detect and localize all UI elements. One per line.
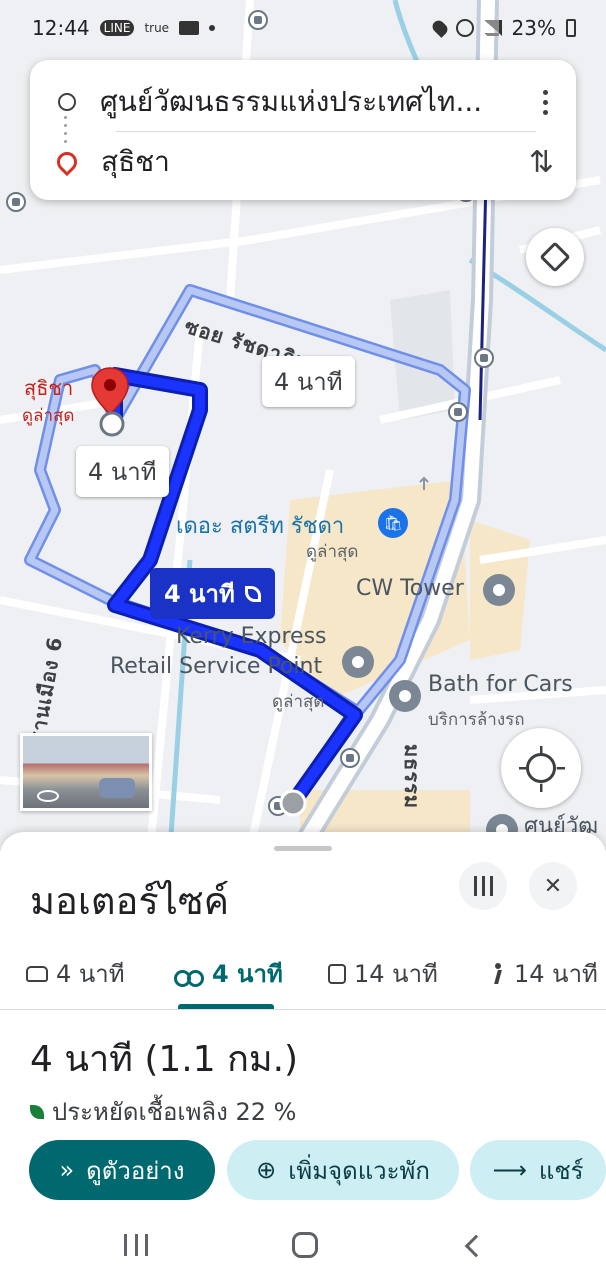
destination-input[interactable]: สุธิชา: [101, 140, 521, 184]
add-stop-label: เพิ่มจุดแวะพัก: [288, 1156, 430, 1185]
more-options-icon[interactable]: [543, 89, 548, 115]
eta-alt-label[interactable]: 4 นาที: [76, 446, 169, 497]
share-label: แชร์: [538, 1156, 584, 1185]
bus-stop-icon[interactable]: [474, 348, 494, 368]
eco-leaf-icon: [244, 585, 261, 602]
tab-motorcycle[interactable]: 4 นาที: [174, 954, 283, 993]
street-view-icon: [37, 790, 59, 802]
status-right: 23%: [429, 16, 576, 40]
location-icon: [429, 18, 450, 38]
status-time: 12:44: [32, 16, 90, 40]
directions-search-card: ศูนย์วัฒนธรรมแห่งประเทศไท... สุธิชา ⇅: [30, 60, 576, 200]
share-button[interactable]: ⟶ แชร์: [470, 1140, 606, 1200]
poi-bath-icon[interactable]: [389, 680, 421, 712]
route-options-button[interactable]: [459, 862, 507, 910]
back-button[interactable]: [464, 1234, 488, 1258]
close-icon: ✕: [543, 873, 563, 899]
action-buttons: » ดูตัวอย่าง ⊕ เพิ่มจุดแวะพัก ⟶ แชร์: [0, 1140, 606, 1200]
tab-walk-label: 14 นาที: [514, 960, 598, 988]
poi-kerry-label-1[interactable]: Kerry Express: [176, 624, 327, 649]
origin-circle-icon: [58, 93, 76, 111]
preview-button[interactable]: » ดูตัวอย่าง: [29, 1140, 215, 1200]
poi-tower-label[interactable]: CW Tower: [356, 576, 464, 601]
wifi-call-icon: [455, 19, 474, 37]
fuel-saving-row: ประหยัดเชื้อเพลิง 22 %: [30, 1092, 296, 1131]
mail-icon: [179, 21, 200, 35]
walk-icon: [490, 962, 506, 985]
tune-icon: [472, 876, 494, 896]
destination-row[interactable]: สุธิชา ⇅: [30, 134, 576, 190]
divider: [116, 131, 536, 132]
poi-kerry-icon[interactable]: [342, 646, 374, 678]
tab-transit-label: 14 นาที: [354, 960, 438, 988]
dot-icon: [209, 25, 216, 31]
destination-label[interactable]: สุธิชา: [24, 372, 73, 404]
swap-icon[interactable]: ⇅: [529, 145, 554, 180]
travel-mode-title: มอเตอร์ไซค์: [30, 879, 230, 923]
add-stop-button[interactable]: ⊕ เพิ่มจุดแวะพัก: [227, 1140, 459, 1200]
bus-stop-icon[interactable]: [340, 748, 360, 768]
active-tab-indicator: [178, 1004, 274, 1009]
status-bar: 12:44 LINE true 23%: [0, 0, 606, 56]
origin-input[interactable]: ศูนย์วัฒนธรรมแห่งประเทศไท...: [100, 80, 520, 124]
travel-mode-tabs: 4 นาที 4 นาที 14 นาที 14 นาที: [0, 936, 606, 1010]
poi-bath-label[interactable]: Bath for Cars: [428, 672, 573, 697]
crosshair-icon: [526, 753, 556, 783]
transit-icon: [328, 963, 346, 984]
true-icon: true: [144, 21, 170, 35]
destination-pin-icon: [52, 147, 82, 177]
battery-icon: [566, 19, 576, 37]
add-location-icon: ⊕: [256, 1156, 277, 1184]
eta-alt-label[interactable]: 4 นาที: [262, 356, 355, 407]
tab-walk[interactable]: 14 นาที: [490, 954, 598, 993]
eta-main-label[interactable]: 4 นาที: [150, 568, 275, 619]
bus-stop-icon[interactable]: [448, 402, 468, 422]
destination-pin-icon[interactable]: [90, 366, 130, 438]
double-chevron-icon: »: [59, 1156, 75, 1184]
poi-bath-sub: บริการล้างรถ: [428, 710, 525, 730]
system-nav-bar: [0, 1212, 606, 1280]
tab-motorcycle-label: 4 นาที: [212, 960, 283, 988]
tab-car[interactable]: 4 นาที: [26, 954, 125, 993]
my-location-button[interactable]: [501, 728, 581, 808]
fuel-saving-text: ประหยัดเชื้อเพลิง 22 %: [52, 1098, 297, 1126]
preview-label: ดูตัวอย่าง: [86, 1156, 185, 1185]
share-icon: ⟶: [492, 1156, 527, 1184]
street-view-thumbnail[interactable]: [20, 733, 152, 811]
poi-mall-sub: ดูล่าสุด: [306, 542, 359, 562]
layers-button[interactable]: [526, 228, 584, 286]
home-button[interactable]: [292, 1232, 318, 1258]
line-icon: LINE: [99, 20, 135, 36]
close-button[interactable]: ✕: [529, 862, 577, 910]
poi-kerry-label-2[interactable]: Retail Service Point: [110, 654, 322, 679]
drag-handle[interactable]: [274, 846, 332, 851]
eco-leaf-icon: [30, 1104, 44, 1119]
origin-row[interactable]: ศูนย์วัฒนธรรมแห่งประเทศไท...: [30, 74, 576, 130]
poi-kerry-sub: ดูล่าสุด: [272, 692, 325, 712]
status-left: 12:44 LINE true: [32, 16, 216, 40]
tab-transit[interactable]: 14 นาที: [328, 954, 438, 993]
motorcycle-icon: [174, 966, 204, 987]
car-icon: [26, 965, 48, 982]
layers-icon: [539, 241, 571, 273]
eta-main-text: 4 นาที: [164, 580, 235, 608]
street-label: มธรรม: [400, 744, 424, 810]
poi-tower-icon[interactable]: [483, 574, 515, 606]
tab-car-label: 4 นาที: [56, 960, 125, 988]
bus-stop-icon[interactable]: [6, 192, 26, 212]
signal-icon: [483, 20, 502, 36]
route-summary: 4 นาที (1.1 กม.): [30, 1039, 299, 1080]
recent-apps-button[interactable]: [124, 1234, 148, 1256]
shopping-bag-icon[interactable]: 🛍: [378, 508, 408, 538]
car-image: [99, 778, 135, 798]
battery-percent: 23%: [511, 16, 556, 40]
destination-sub-label: ดูล่าสุด: [22, 406, 75, 426]
origin-marker-icon: [279, 789, 307, 817]
